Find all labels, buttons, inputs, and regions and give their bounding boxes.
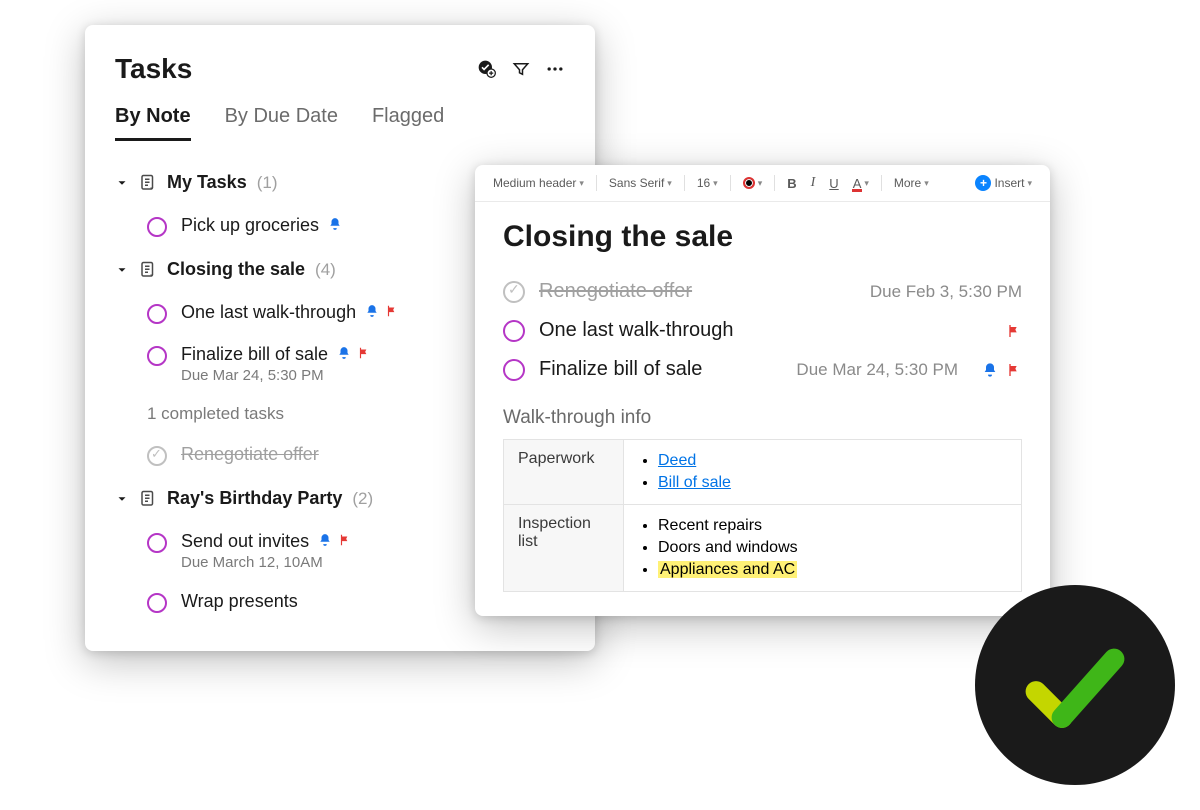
toolbar-font-size[interactable]: 16▾ (693, 174, 722, 192)
bell-icon (365, 304, 379, 318)
group-count: (2) (352, 489, 373, 509)
note-editor-panel: Medium header▾ Sans Serif▾ 16▾ ▾ B I U A… (475, 165, 1050, 616)
flag-icon (357, 346, 371, 360)
task-text: One last walk-through (181, 302, 356, 322)
task-due: Due March 12, 10AM (181, 554, 352, 571)
group-title: My Tasks (167, 172, 247, 193)
toolbar-separator (730, 175, 731, 191)
more-icon[interactable] (545, 59, 565, 79)
list-item-text: Recent repairs (658, 517, 762, 534)
note-icon (139, 173, 157, 193)
bell-icon (982, 362, 998, 378)
toolbar-underline[interactable]: U (825, 174, 842, 193)
flag-icon (1006, 323, 1022, 339)
note-icon (139, 489, 157, 509)
task-checkbox[interactable] (147, 304, 167, 324)
toolbar-more[interactable]: More▾ (890, 174, 933, 192)
checkmark-icon (1010, 620, 1140, 750)
task-due: Due Feb 3, 5:30 PM (870, 282, 1022, 302)
toolbar-font-family[interactable]: Sans Serif▾ (605, 174, 676, 192)
list-item-text: Doors and windows (658, 539, 798, 556)
task-text: Wrap presents (181, 591, 298, 611)
chevron-down-icon (115, 263, 129, 277)
tab-by-note[interactable]: By Note (115, 105, 191, 141)
task-checkbox[interactable] (147, 346, 167, 366)
walkthrough-table: Paperwork Deed Bill of sale Inspection l… (503, 439, 1022, 592)
table-row: Paperwork Deed Bill of sale (504, 440, 1022, 505)
task-text: Renegotiate offer (539, 280, 856, 303)
filter-icon[interactable] (511, 59, 531, 79)
toolbar-italic[interactable]: I (807, 173, 820, 193)
task-checkbox[interactable] (503, 359, 525, 381)
task-text: Pick up groceries (181, 215, 319, 235)
toolbar-separator (774, 175, 775, 191)
task-checkbox-done[interactable] (503, 281, 525, 303)
toolbar-bold[interactable]: B (783, 174, 800, 193)
task-text: Finalize bill of sale (181, 344, 328, 364)
toolbar-separator (596, 175, 597, 191)
add-task-icon[interactable] (477, 59, 497, 79)
toolbar-insert[interactable]: +Insert▾ (971, 173, 1036, 193)
chevron-down-icon (115, 492, 129, 506)
flag-icon (338, 533, 352, 547)
editor-toolbar: Medium header▾ Sans Serif▾ 16▾ ▾ B I U A… (475, 165, 1050, 202)
task-text: Finalize bill of sale (539, 358, 782, 381)
flag-icon (1006, 362, 1022, 378)
note-icon (139, 260, 157, 280)
link-deed[interactable]: Deed (658, 452, 696, 469)
flag-icon (385, 304, 399, 318)
list-item-text-highlighted: Appliances and AC (658, 561, 797, 578)
bell-icon (328, 217, 342, 231)
task-text: Send out invites (181, 531, 309, 551)
group-count: (1) (257, 173, 278, 193)
editor-task-row[interactable]: One last walk-through (503, 311, 1022, 350)
tasks-header: Tasks (85, 53, 595, 105)
task-checkbox[interactable] (503, 320, 525, 342)
toolbar-highlight[interactable]: A▾ (849, 174, 873, 193)
task-text: One last walk-through (539, 319, 982, 342)
task-due: Due Mar 24, 5:30 PM (181, 367, 371, 384)
toolbar-text-color[interactable]: ▾ (739, 175, 767, 191)
tasks-title: Tasks (115, 53, 192, 85)
table-cell-content[interactable]: Deed Bill of sale (624, 440, 1022, 505)
note-title[interactable]: Closing the sale (503, 220, 1022, 254)
task-checkbox[interactable] (147, 533, 167, 553)
bell-icon (318, 533, 332, 547)
table-cell-label: Paperwork (504, 440, 624, 505)
table-row: Inspection list Recent repairs Doors and… (504, 505, 1022, 592)
editor-body: Closing the sale Renegotiate offer Due F… (475, 202, 1050, 616)
task-checkbox[interactable] (147, 593, 167, 613)
tab-by-due-date[interactable]: By Due Date (225, 105, 338, 141)
link-bill-of-sale[interactable]: Bill of sale (658, 474, 731, 491)
bell-icon (337, 346, 351, 360)
group-title: Ray's Birthday Party (167, 488, 342, 509)
editor-task-row[interactable]: Finalize bill of sale Due Mar 24, 5:30 P… (503, 350, 1022, 389)
editor-subheading[interactable]: Walk-through info (503, 407, 1022, 429)
checkmark-badge (975, 585, 1175, 785)
chevron-down-icon (115, 176, 129, 190)
task-text: Renegotiate offer (181, 444, 319, 464)
table-cell-content[interactable]: Recent repairs Doors and windows Applian… (624, 505, 1022, 592)
table-cell-label: Inspection list (504, 505, 624, 592)
group-count: (4) (315, 260, 336, 280)
toolbar-separator (881, 175, 882, 191)
task-checkbox[interactable] (147, 217, 167, 237)
tab-flagged[interactable]: Flagged (372, 105, 444, 141)
task-checkbox-done[interactable] (147, 446, 167, 466)
tasks-tabs: By Note By Due Date Flagged (85, 105, 595, 142)
toolbar-separator (684, 175, 685, 191)
tasks-header-actions (477, 59, 565, 79)
editor-task-row[interactable]: Renegotiate offer Due Feb 3, 5:30 PM (503, 272, 1022, 311)
toolbar-paragraph-style[interactable]: Medium header▾ (489, 174, 588, 192)
task-due: Due Mar 24, 5:30 PM (796, 360, 958, 380)
group-title: Closing the sale (167, 259, 305, 280)
